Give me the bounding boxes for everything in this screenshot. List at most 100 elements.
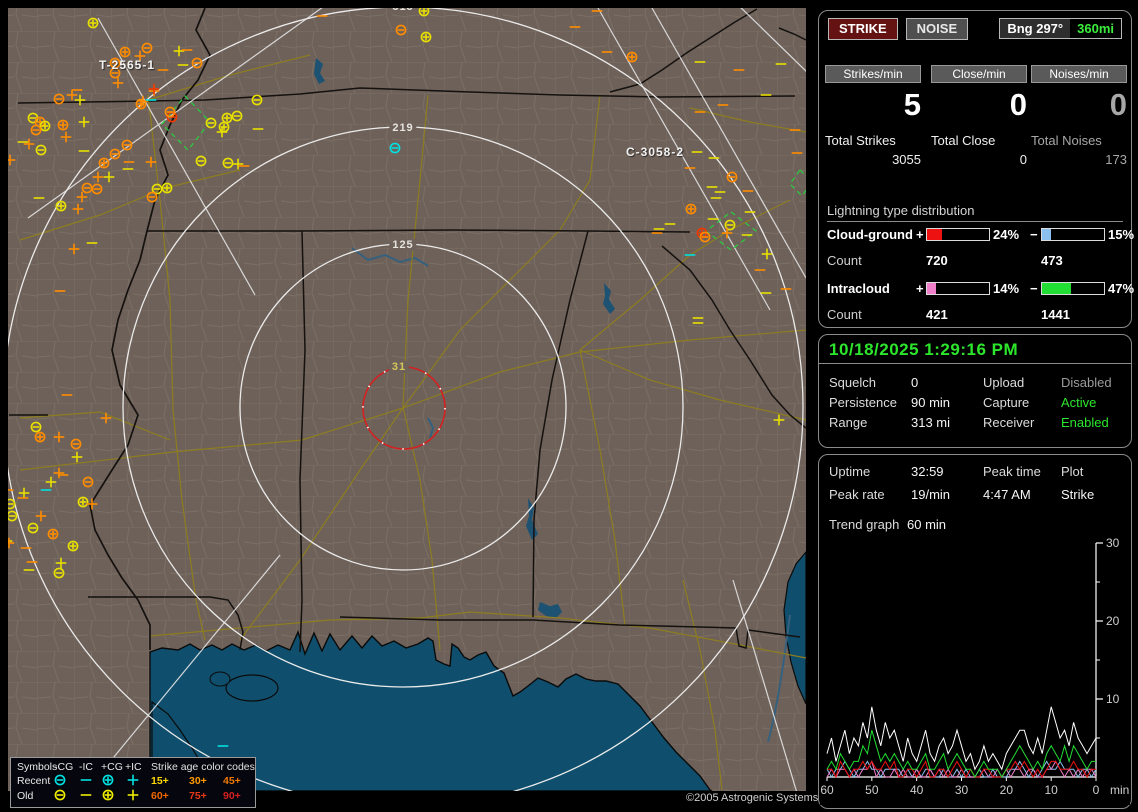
total-noises-value: 173 [1105, 152, 1127, 167]
age-code-60: 60+ [151, 790, 169, 802]
range-ring-label: 125 [389, 239, 417, 251]
peak-rate-value: 19/min [911, 487, 951, 502]
cg-minus-count: 473 [1041, 253, 1063, 268]
peak-rate-label: Peak rate [829, 487, 885, 502]
minus-sign: − [1030, 227, 1038, 242]
ic-plus-bar [926, 282, 990, 295]
strike-symbol [34, 431, 46, 443]
svg-text:40: 40 [910, 783, 924, 797]
strike-symbol [685, 203, 697, 215]
receiver-label: Receiver [983, 415, 1035, 430]
plot-mode-value[interactable]: Strike [1061, 487, 1094, 502]
legend-age-header: Strike age color codes [151, 761, 255, 773]
svg-text:30: 30 [1106, 537, 1120, 550]
strike-stats-box: STRIKE NOISE Bng 297° 360mi Strikes/min Cl… [818, 10, 1135, 328]
capture-label: Capture [983, 395, 1030, 410]
svg-text:60: 60 [820, 783, 834, 797]
count-label: Count [827, 307, 862, 322]
trend-box: Uptime 32:59 Peak time Plot Peak rate 19… [818, 454, 1132, 809]
ic-minus-pct: 47% [1108, 281, 1135, 296]
upload-label: Upload [983, 375, 1025, 390]
copyright-text: ©2005 Astrogenic Systems [686, 792, 819, 804]
strike-symbol [119, 46, 131, 58]
ic-minus-count: 1441 [1041, 307, 1070, 322]
bearing-range-badge: Bng 297° 360mi [999, 18, 1122, 39]
count-label: Count [827, 253, 862, 268]
ic-plus-pct: 14% [993, 281, 1020, 296]
legend-cp-icon [102, 789, 114, 801]
persistence-value: 90 min [911, 395, 951, 410]
strike-symbol [55, 200, 67, 212]
minus-sign: − [1030, 281, 1038, 296]
plus-sign: + [916, 281, 924, 296]
cloud-ground-label: Cloud-ground [827, 227, 913, 242]
status-box: 10/18/2025 1:29:16 PM Squelch 0 Upload D… [818, 334, 1132, 448]
map-viewport[interactable]: 313 219 125 31 T-2565-1 C-3058-2 [8, 8, 806, 791]
legend-m-icon [80, 779, 92, 781]
age-code-15: 15+ [151, 775, 169, 787]
cg-plus-pct: 24% [993, 227, 1020, 242]
strike-symbol [57, 119, 69, 131]
legend-cm-icon [54, 789, 66, 801]
age-code-90: 90+ [223, 790, 241, 802]
strike-symbol [67, 540, 79, 552]
squelch-label: Squelch [829, 375, 876, 390]
cg-plus-count: 720 [926, 253, 948, 268]
strike-symbol [218, 121, 230, 133]
trend-graph-window: 60 min [907, 517, 947, 532]
svg-text:0: 0 [1093, 783, 1100, 797]
peak-time-value: 4:47 AM [983, 487, 1031, 502]
svg-text:30: 30 [955, 783, 969, 797]
svg-text:20: 20 [1000, 783, 1014, 797]
squelch-value: 0 [911, 375, 919, 390]
range-ring-label: 219 [389, 122, 417, 134]
strike-symbol [47, 528, 59, 540]
receiver-status: Enabled [1061, 415, 1109, 430]
range-label: Range [829, 415, 868, 430]
intracloud-label: Intracloud [827, 281, 890, 296]
svg-text:20: 20 [1106, 614, 1120, 628]
strike-symbol [161, 182, 173, 194]
legend-col-nic: -IC [79, 761, 93, 773]
strike-symbol [77, 496, 89, 508]
strikes-per-min-value: 5 [903, 87, 921, 122]
total-strikes-value: 3055 [892, 152, 921, 167]
close-per-min-value: 0 [1009, 87, 1027, 122]
range-ring-label: 313 [389, 8, 417, 13]
range-ring-label: 31 [388, 361, 410, 373]
strike-symbol [39, 120, 51, 132]
total-strikes-label: Total Strikes [825, 133, 896, 148]
plus-sign: + [916, 227, 924, 242]
upload-status: Disabled [1061, 375, 1112, 390]
age-code-45: 45+ [223, 775, 241, 787]
plot-label[interactable]: Plot [1061, 464, 1083, 479]
peak-time-label: Peak time [983, 464, 1041, 479]
ic-minus-bar [1041, 282, 1105, 295]
range-value: 360mi [1070, 19, 1121, 38]
noises-per-min-value: 0 [1109, 87, 1127, 122]
total-close-label: Total Close [931, 133, 996, 148]
ic-plus-count: 421 [926, 307, 948, 322]
legend-m-icon [80, 794, 92, 796]
strikes-per-min-label: Strikes/min [825, 65, 921, 83]
uptime-value: 32:59 [911, 464, 944, 479]
distribution-title: Lightning type distribution [827, 203, 1123, 222]
uptime-label: Uptime [829, 464, 871, 479]
legend-p-icon [127, 789, 139, 801]
date-time-display: 10/18/2025 1:29:16 PM [829, 340, 1019, 359]
cg-minus-pct: 15% [1108, 227, 1135, 242]
noise-button[interactable]: NOISE [905, 18, 969, 40]
strike-button[interactable]: STRIKE [828, 18, 898, 40]
storm-cell-label: T-2565-1 [98, 58, 156, 72]
trend-graph-label: Trend graph [829, 517, 900, 532]
storm-cell-label: C-3058-2 [625, 145, 685, 159]
strike-symbol [221, 112, 233, 124]
age-code-75: 75+ [189, 790, 207, 802]
strike-symbol [98, 157, 110, 169]
legend-col-ncg: -CG [54, 761, 74, 773]
stormvue-window: 313 219 125 31 T-2565-1 C-3058-2 Symbols -CG … [0, 0, 1138, 812]
bearing-value: Bng 297° [1000, 19, 1071, 38]
strike-symbol [87, 17, 99, 29]
legend-cm-icon [54, 774, 66, 786]
symbol-legend: Symbols -CG -IC +CG +IC Strike age color… [10, 757, 256, 808]
